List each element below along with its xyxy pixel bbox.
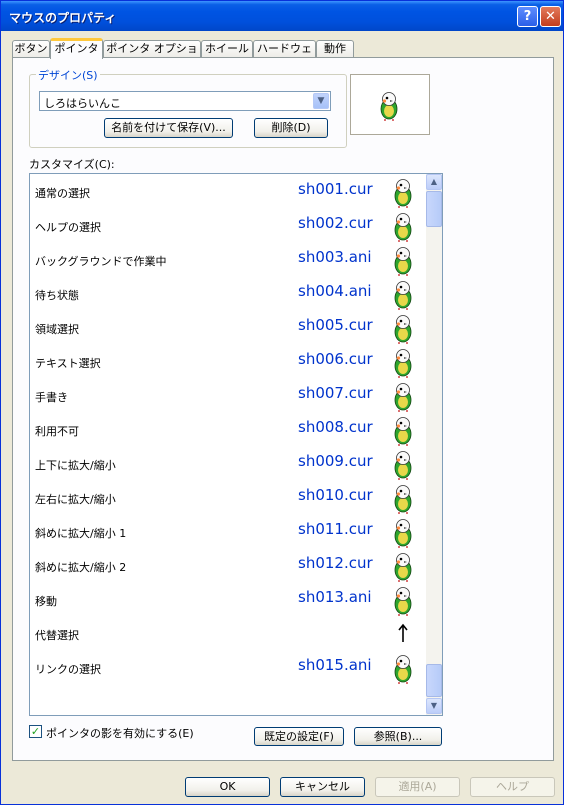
tab-pointers[interactable]: ポインタ [50,38,103,59]
customize-label: カスタマイズ(C): [29,158,115,171]
parrot-cursor-icon [394,484,412,514]
list-item[interactable]: ヘルプの選択 sh002.cur [30,208,426,242]
parrot-cursor-icon [394,552,412,582]
close-button[interactable]: ✕ [540,6,561,27]
ok-button[interactable]: OK [185,777,270,797]
tab-buttons[interactable]: ボタン [12,40,50,58]
parrot-cursor-icon [394,450,412,480]
default-button[interactable]: 既定の設定(F) [254,727,344,746]
scroll-down-icon[interactable]: ▼ [426,698,442,714]
list-item[interactable]: テキスト選択 sh006.cur [30,344,426,378]
tab-hardware[interactable]: ハードウェア [253,40,316,71]
checkmark-icon[interactable]: ✓ [29,725,42,738]
window-title: マウスのプロパティ [9,11,117,25]
delete-button[interactable]: 削除(D) [254,118,328,138]
parrot-cursor-icon [394,654,412,684]
tab-behavior[interactable]: 動作 [316,40,354,58]
help-title-button[interactable]: ? [517,6,538,27]
list-item[interactable]: 斜めに拡大/縮小 2 sh012.cur [30,548,426,582]
title-bar[interactable]: マウスのプロパティ ? ✕ [1,1,563,31]
list-item[interactable]: 通常の選択 sh001.cur [30,174,426,208]
scrollbar-thumb-lower[interactable] [426,664,442,697]
chevron-down-icon[interactable]: ▼ [313,93,329,109]
save-as-button[interactable]: 名前を付けて保存(V)... [104,118,233,138]
parrot-cursor-icon [394,178,412,208]
parrot-cursor-icon [394,382,412,412]
browse-button[interactable]: 参照(B)... [354,727,442,746]
cancel-button[interactable]: キャンセル [280,777,365,797]
pointers-tab-panel: デザイン(S) しろはらいんこ ▼ 名前を付けて保存(V)... 削除(D) カ… [12,57,554,761]
list-item[interactable]: バックグラウンドで作業中 sh003.ani [30,242,426,276]
tab-wheel[interactable]: ホイール [201,40,253,58]
parrot-cursor-icon [394,348,412,378]
list-item[interactable]: 左右に拡大/縮小 sh010.cur [30,480,426,514]
parrot-cursor-icon [394,586,412,616]
design-legend: デザイン(S) [36,67,100,83]
list-item[interactable]: 移動 sh013.ani [30,582,426,616]
parrot-cursor-icon [394,518,412,548]
shadow-checkbox-label: ポインタの影を有効にする(E) [46,727,194,740]
list-item[interactable]: 領域選択 sh005.cur [30,310,426,344]
design-group: デザイン(S) しろはらいんこ ▼ 名前を付けて保存(V)... 削除(D) [29,67,347,148]
parrot-cursor-icon [394,314,412,344]
arrow-cursor-icon [398,623,408,642]
parrot-cursor-icon [394,280,412,310]
scheme-dropdown[interactable]: しろはらいんこ ▼ [39,91,331,111]
mouse-properties-window: マウスのプロパティ ? ✕ ボタン ポインタ ポインタ オプション ホイール ハ… [0,0,564,805]
pointer-list[interactable]: 通常の選択 sh001.cur ヘルプの選択 sh002.cur バックグラウン… [29,173,443,716]
parrot-cursor-icon [394,212,412,242]
list-item[interactable]: リンクの選択 sh015.ani [30,650,426,684]
list-item[interactable]: 代替選択 [30,616,426,650]
list-item[interactable]: 待ち状態 sh004.ani [30,276,426,310]
scroll-up-icon[interactable]: ▲ [426,174,442,190]
list-item[interactable]: 斜めに拡大/縮小 1 sh011.cur [30,514,426,548]
apply-button[interactable]: 適用(A) [375,777,460,797]
parrot-cursor-icon [394,416,412,446]
help-button[interactable]: ヘルプ [470,777,555,797]
list-item[interactable]: 手書き sh007.cur [30,378,426,412]
scrollbar-thumb[interactable] [426,191,442,227]
pointer-preview [350,74,430,135]
tab-pointer-options[interactable]: ポインタ オプション [103,40,201,71]
vertical-scrollbar[interactable]: ▲ ▼ [426,174,442,715]
scheme-value: しろはらいんこ [44,97,121,110]
parrot-cursor-icon [380,91,398,121]
list-item[interactable]: 利用不可 sh008.cur [30,412,426,446]
parrot-cursor-icon [394,246,412,276]
list-item[interactable]: 上下に拡大/縮小 sh009.cur [30,446,426,480]
